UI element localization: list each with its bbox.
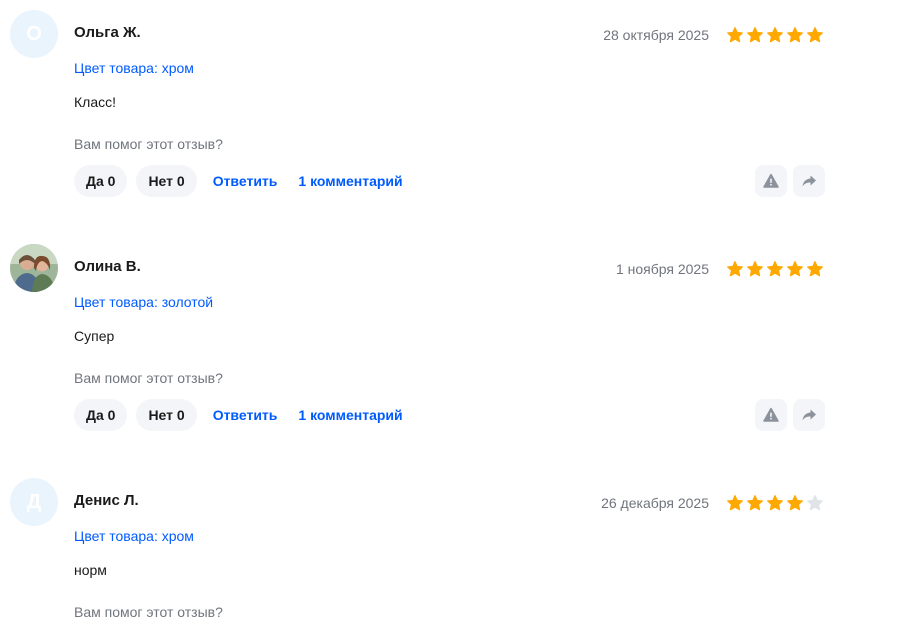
avatar[interactable]: О [10,10,58,58]
share-button[interactable] [793,165,825,197]
review-date: 1 ноября 2025 [615,261,709,277]
rating-stars [726,26,824,44]
review-date: 26 декабря 2025 [601,495,709,511]
star-filled-icon [787,27,803,43]
helpful-question: Вам помог этот отзыв? [74,604,223,620]
report-button[interactable] [755,399,787,431]
star-filled-icon [747,261,763,277]
reply-link[interactable]: Ответить [213,173,278,189]
review-text: норм [74,562,107,578]
review-card: Олина В. 1 ноября 2025 Цвет товара: золо… [0,234,922,464]
share-arrow-icon [802,409,816,421]
comments-link[interactable]: 1 комментарий [298,173,402,189]
star-filled-icon [727,495,743,511]
review-card: О Ольга Ж. 28 октября 2025 Цвет товара: … [0,0,922,230]
helpful-yes-button[interactable]: Да 0 [74,165,128,197]
rating-stars [726,260,824,278]
share-button[interactable] [793,399,825,431]
reply-link[interactable]: Ответить [213,407,278,423]
warning-triangle-icon [763,173,779,188]
star-filled-icon [747,27,763,43]
helpful-no-button[interactable]: Нет 0 [136,399,197,431]
review-author[interactable]: Ольга Ж. [74,24,141,41]
star-filled-icon [727,261,743,277]
review-date: 28 октября 2025 [603,27,709,43]
star-filled-icon [747,495,763,511]
rating-stars [726,494,824,512]
warning-triangle-icon [763,407,779,422]
star-empty-icon [807,495,823,511]
helpful-question: Вам помог этот отзыв? [74,136,223,152]
star-filled-icon [787,261,803,277]
avatar-initial: Д [26,491,42,513]
share-arrow-icon [802,175,816,187]
review-actions: Да 0 Нет 0 Ответить 1 комментарий [74,399,417,431]
review-author[interactable]: Олина В. [74,258,141,275]
helpful-yes-button[interactable]: Да 0 [74,399,128,431]
review-card: Д Денис Л. 26 декабря 2025 Цвет товара: … [0,468,922,622]
avatar[interactable]: Д [10,478,58,526]
star-filled-icon [767,495,783,511]
report-button[interactable] [755,165,787,197]
review-actions: Да 0 Нет 0 Ответить 1 комментарий [74,165,417,197]
star-filled-icon [807,27,823,43]
review-text: Супер [74,328,115,344]
review-author[interactable]: Денис Л. [74,492,139,509]
helpful-no-button[interactable]: Нет 0 [136,165,197,197]
product-variant: Цвет товара: золотой [74,294,214,310]
star-filled-icon [727,27,743,43]
review-text: Класс! [74,94,116,110]
star-filled-icon [807,261,823,277]
avatar-photo-image [10,244,58,292]
star-filled-icon [767,27,783,43]
star-filled-icon [787,495,803,511]
avatar-initial: О [26,23,42,45]
comments-link[interactable]: 1 комментарий [298,407,402,423]
helpful-question: Вам помог этот отзыв? [74,370,223,386]
avatar[interactable] [10,244,58,292]
product-variant: Цвет товара: хром [74,60,194,76]
product-variant: Цвет товара: хром [74,528,194,544]
star-filled-icon [767,261,783,277]
